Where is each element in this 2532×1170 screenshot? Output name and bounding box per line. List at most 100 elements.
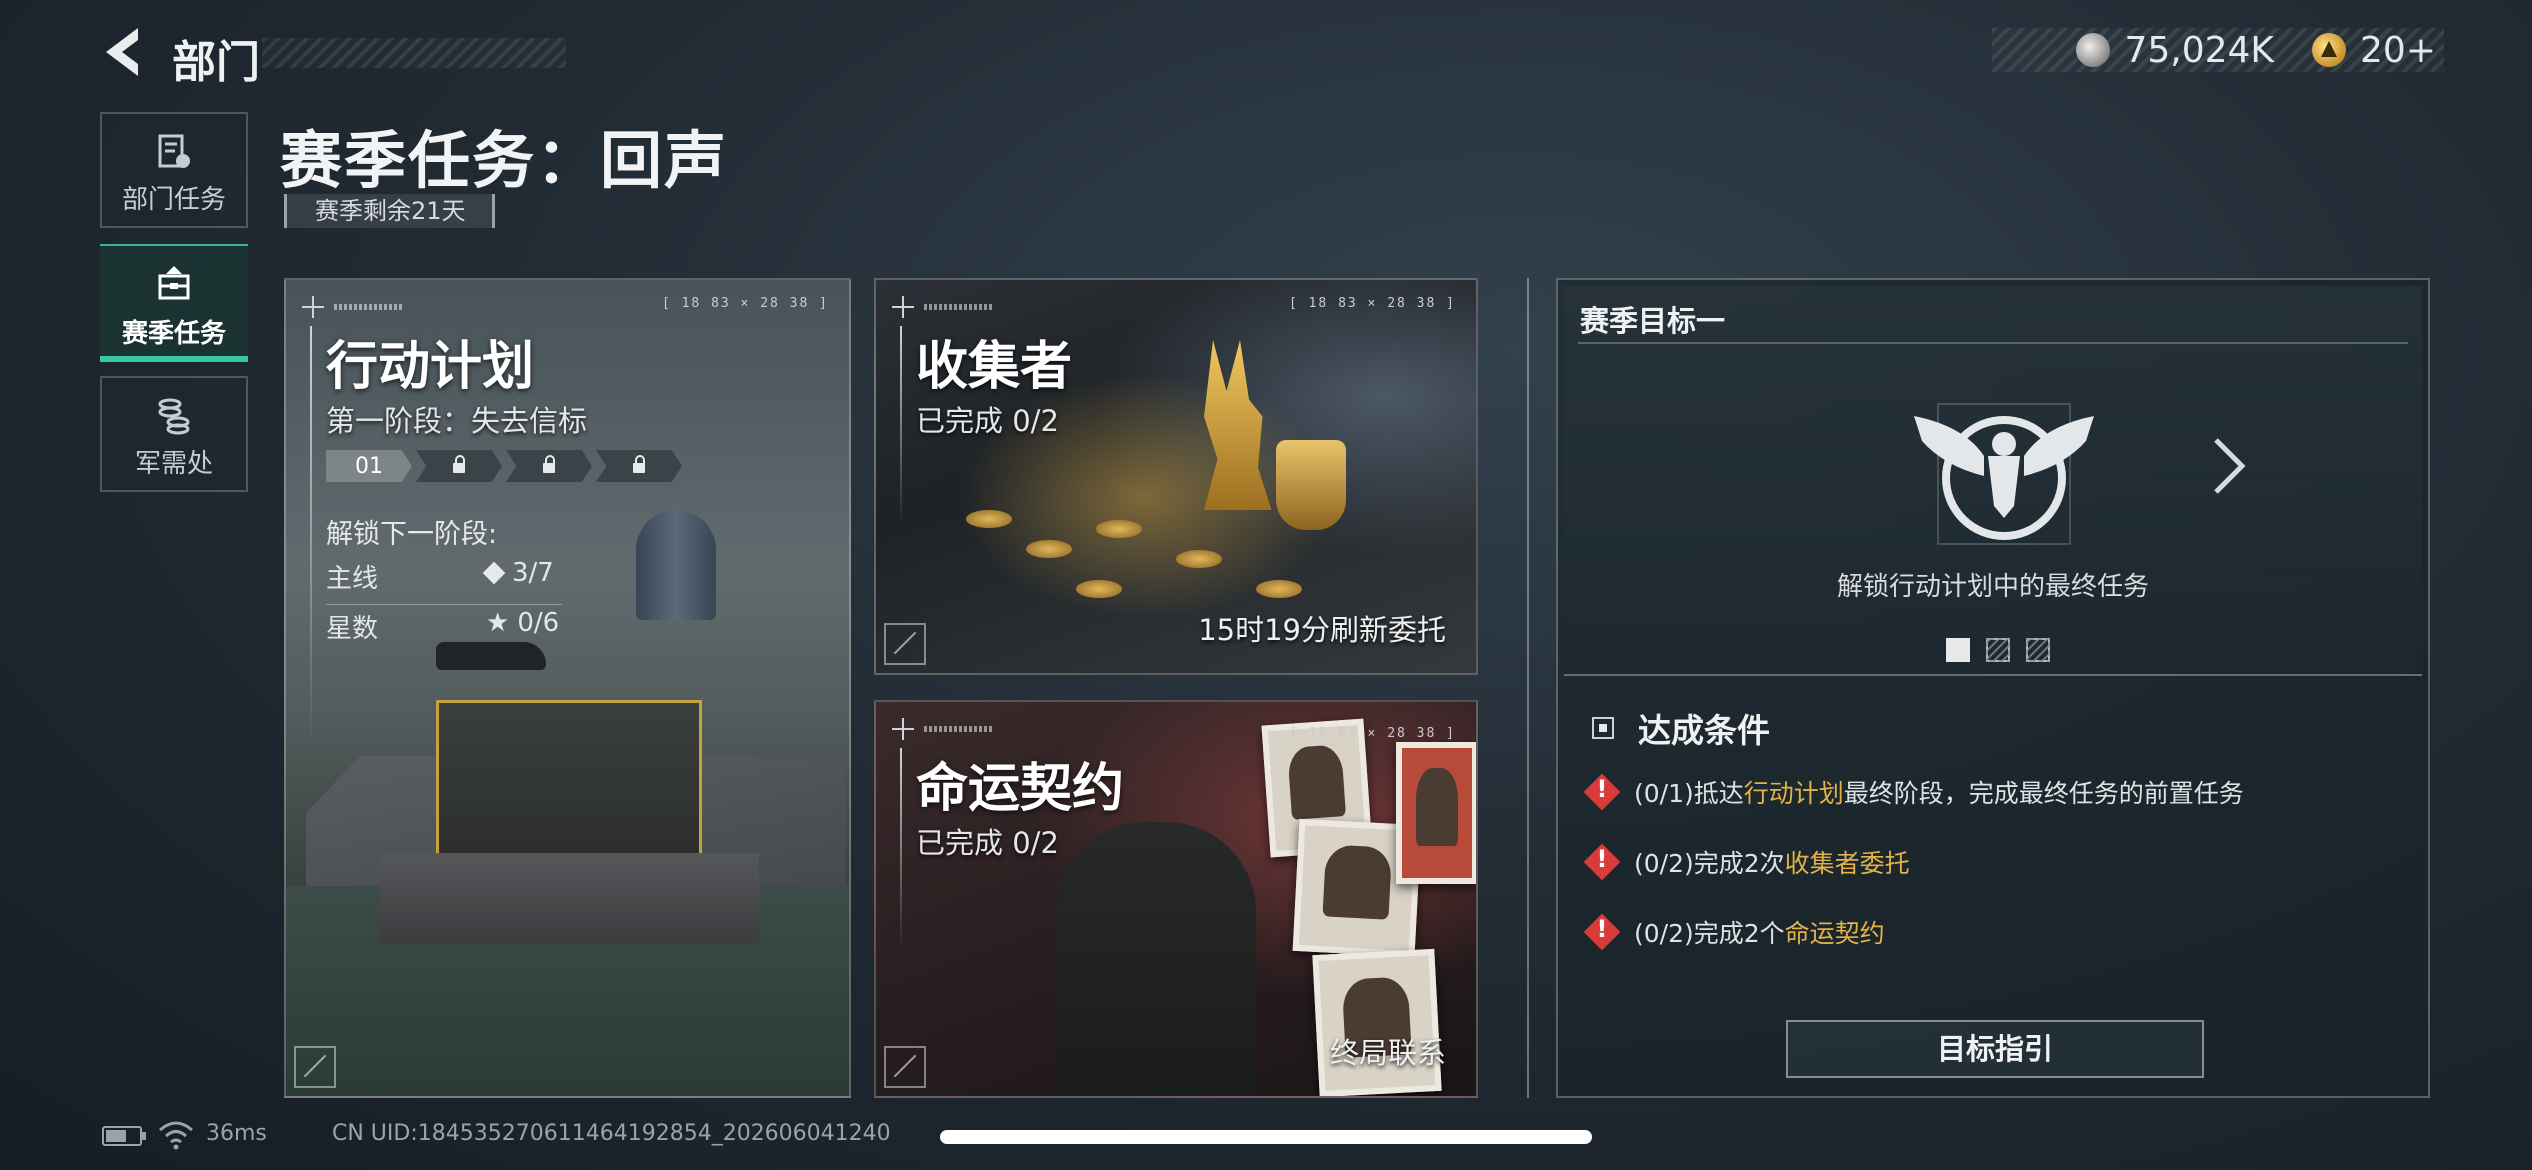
character-silhouette-art — [1056, 822, 1256, 1096]
unlock-next-stage-label: 解锁下一阶段: — [326, 519, 498, 550]
home-indicator[interactable] — [940, 1130, 1592, 1144]
pager-dot[interactable] — [1986, 638, 2010, 662]
corner-marker — [884, 1046, 926, 1088]
stage-progress: 01 — [326, 450, 686, 482]
user-uid: CN UID:18453527061146419285​4_2026060412… — [332, 1121, 891, 1146]
decorative-line — [900, 748, 902, 948]
endgame-contact-label: 终局联系 — [1329, 1036, 1446, 1070]
completion-progress: 已完成 0/2 — [916, 826, 1059, 860]
lock-icon — [543, 455, 555, 473]
stat-value: 3/7 — [512, 558, 554, 588]
operation-plan-card[interactable]: [ 18 83 × 28 38 ] 行动计划 第一阶段：失去信标 01 解锁下一… — [284, 278, 851, 1098]
sidebar-item-label: 部门任务 — [121, 185, 226, 215]
battery-icon — [102, 1126, 146, 1146]
divider — [1578, 342, 2408, 344]
condition-item: (0/2)完成2个命运契约 — [1584, 914, 1885, 950]
crosshair-icon — [892, 296, 914, 318]
sidebar-item-season-tasks[interactable]: 赛季任务 — [100, 244, 248, 362]
warning-icon — [1584, 774, 1620, 810]
background-art — [636, 510, 716, 620]
gold-currency-amount: 20+ — [2360, 29, 2436, 71]
diamond-icon — [482, 561, 506, 585]
condition-item: (0/2)完成2次收集者委托 — [1584, 844, 1910, 880]
coin-art — [1096, 520, 1142, 538]
warning-icon — [1584, 844, 1620, 880]
stat-label: 主线 — [326, 564, 379, 594]
crosshair-icon — [302, 296, 324, 318]
season-goal-panel: 赛季目标一 解锁行动计划中的最终任务 达成条件 (0/1)抵达行动计划最终阶段，… — [1556, 278, 2430, 1098]
lock-icon — [453, 455, 465, 473]
pager-dot-active[interactable] — [1946, 638, 1970, 662]
eagle-emblem-icon — [1914, 403, 2094, 545]
sidebar-item-label: 军需处 — [134, 449, 213, 479]
warning-icon — [1584, 914, 1620, 950]
season-remaining-badge: 赛季剩余21天 — [284, 194, 495, 228]
currency-bar: 75,024K 20+ — [1992, 28, 2444, 72]
stat-value: 0/6 — [517, 608, 560, 638]
wanted-photo-art — [1312, 948, 1442, 1096]
collector-card[interactable]: [ 18 83 × 28 38 ] 收集者 已完成 0/2 15时19分刷新委托 — [874, 278, 1478, 675]
goal-guide-button[interactable]: 目标指引 — [1786, 1020, 2204, 1078]
decorative-hatch — [262, 38, 566, 68]
crosshair-icon — [892, 718, 914, 740]
goal-carousel: 赛季目标一 解锁行动计划中的最终任务 — [1564, 286, 2422, 676]
coin-art — [966, 510, 1012, 528]
decorative-line — [900, 326, 902, 526]
poster-art — [1396, 742, 1476, 884]
ping-readout: 36ms — [206, 1121, 267, 1146]
wifi-icon — [159, 1121, 193, 1150]
goal-title: 赛季目标一 — [1580, 304, 1726, 338]
golden-deer-art — [1204, 340, 1272, 510]
decorative-line — [310, 326, 312, 746]
corner-marker — [294, 1046, 336, 1088]
golden-cup-art — [1276, 440, 1346, 530]
divider — [1527, 278, 1529, 1098]
conditions-title: 达成条件 — [1638, 711, 1770, 750]
coin-art — [1256, 580, 1302, 598]
sidebar-item-department-tasks[interactable]: 部门任务 — [100, 112, 248, 228]
progress-segment-locked — [596, 450, 682, 482]
task-document-icon — [158, 134, 190, 168]
conditions-header: 达成条件 — [1592, 704, 1770, 752]
star-icon: ★ — [486, 608, 510, 638]
completion-progress: 已完成 0/2 — [916, 404, 1059, 438]
condition-item: (0/1)抵达行动计划最终阶段，完成最终任务的前置任务 — [1584, 774, 2244, 810]
season-briefcase-icon — [158, 266, 190, 300]
coin-art — [1076, 580, 1122, 598]
chevron-right-icon[interactable] — [2210, 436, 2248, 496]
lock-icon — [633, 455, 645, 473]
coin-art — [1176, 550, 1222, 568]
coins-stack-icon — [158, 398, 190, 435]
back-arrow-icon[interactable] — [98, 24, 150, 80]
fate-contract-card[interactable]: [ 18 83 × 28 38 ] 命运契约 已完成 0/2 终局联系 — [874, 700, 1478, 1098]
goal-description: 解锁行动计划中的最终任务 — [1836, 572, 2149, 602]
page-title: 赛季任务：回声 — [280, 124, 729, 197]
silver-currency-icon — [2076, 33, 2111, 67]
pager-dot[interactable] — [2026, 638, 2050, 662]
background-art — [379, 700, 759, 943]
card-coordinates: [ 18 83 × 28 38 ] — [1288, 296, 1456, 311]
progress-segment-locked — [416, 450, 502, 482]
card-title: 收集者 — [916, 337, 1073, 397]
card-title: 行动计划 — [326, 337, 535, 397]
decorative-bar — [924, 726, 994, 732]
page-section-title: 部门 — [172, 37, 260, 88]
refresh-timer: 15时19分刷新委托 — [1198, 613, 1446, 647]
decorative-bar — [924, 304, 994, 310]
decorative-bar — [334, 304, 404, 310]
card-coordinates: [ 18 83 × 28 38 ] — [661, 296, 829, 311]
main-line-stat: 主线 3/7 — [326, 558, 562, 605]
sidebar-item-quartermaster[interactable]: 军需处 — [100, 376, 248, 492]
progress-segment: 01 — [326, 450, 412, 482]
sidebar-item-label: 赛季任务 — [121, 319, 226, 349]
checkbox-square-icon — [1592, 717, 1614, 739]
coin-art — [1026, 540, 1072, 558]
card-coordinates: [ 18 83 × 28 38 ] — [1288, 726, 1456, 741]
corner-marker — [884, 623, 926, 665]
gold-currency-icon — [2312, 33, 2347, 67]
silver-currency-amount: 75,024K — [2124, 29, 2275, 71]
stage-name: 第一阶段：失去信标 — [326, 404, 588, 438]
card-title: 命运契约 — [916, 759, 1125, 819]
progress-segment-locked — [506, 450, 592, 482]
stat-label: 星数 — [326, 614, 379, 644]
